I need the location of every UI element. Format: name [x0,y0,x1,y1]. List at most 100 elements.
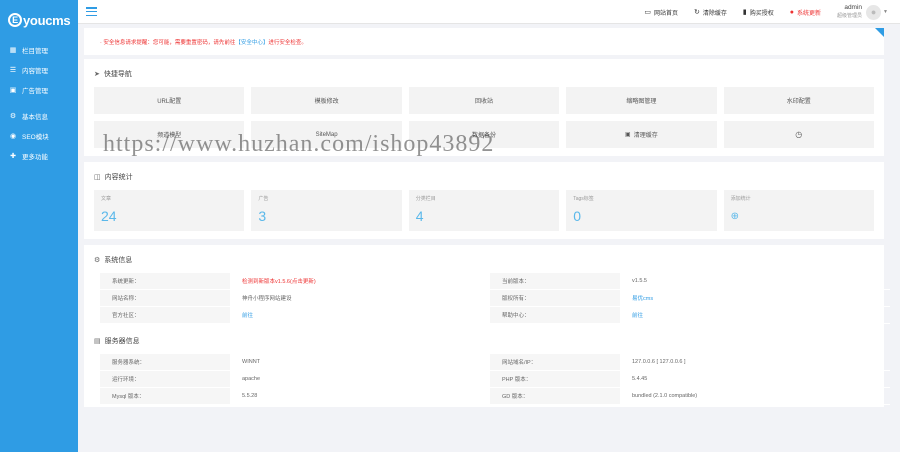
info-value: apache [230,371,490,388]
info-value: 5.5.28 [230,388,490,405]
notice-text: · 安全信息请求提醒：您可能，需要重置密码，请先前往 [100,39,236,46]
stat-label: 广告 [258,196,269,202]
system-info-table: 系统更新： 检测到新版本v1.5.6(点击更新) 当前版本： v1.5.5 网站… [100,273,890,324]
panel-title: 快捷导航 [103,71,132,78]
info-key: 系统更新： [100,273,230,290]
info-key: 官方社区： [100,307,230,324]
panel-title: 系统信息 [104,257,133,264]
content-stats-panel: ◫ 内容统计 文章 24 广告 3 分类栏目 4 Tags标签 0 添加统计 ⊕ [84,162,884,239]
quick-url-config[interactable]: URL配置 [94,87,245,114]
refresh-icon: ↻ [694,9,700,16]
info-key: 版权所有： [490,290,620,307]
info-key: 当前版本： [490,273,620,290]
info-key: PHP 版本： [490,371,620,388]
buy-license-label: 购买授权 [749,10,774,17]
quick-thumbnail[interactable]: 缩略图管理 [566,87,717,114]
stat-articles[interactable]: 文章 24 [94,190,245,231]
chart-icon: ◫ [94,174,101,181]
info-key: 帮助中心： [490,307,620,324]
clear-cache-link[interactable]: ↻ 清除缓存 [694,8,727,17]
info-value: v1.5.5 [620,273,890,290]
quick-watermark[interactable]: 水印配置 [723,87,874,114]
logo-mark: E [8,13,22,27]
sidebar-item-ads[interactable]: ▣ 广告管理 [0,80,78,100]
add-circle-icon: ⊕ [730,211,739,222]
send-icon: ➤ [94,71,100,78]
info-value: 5.4.45 [620,371,890,388]
server-info-table: 服务器系统： WINNT 网站域名/IP： 127.0.0.6 [ 127.0.… [100,354,890,405]
sidebar-item-basic[interactable]: ⚙ 基本信息 [0,106,78,126]
panel-title: 内容统计 [104,174,133,181]
admin-role: 超级管理员 [837,13,863,19]
quick-template-edit[interactable]: 模板修改 [251,87,402,114]
sidebar-item-column[interactable]: ▦ 栏目管理 [0,40,78,60]
notice-text-end: 进行安全检查。 [268,39,307,46]
image-icon: ▣ [9,87,17,94]
help-link[interactable]: 前往 [620,307,890,324]
sidebar-item-content[interactable]: ☰ 内容管理 [0,60,78,80]
security-center-link[interactable]: 【安全中心】 [235,38,268,46]
info-value: WINNT [230,354,490,371]
sidebar-item-label: 更多功能 [22,154,48,161]
list-icon: ☰ [9,67,17,74]
corner-fold-icon [875,28,884,37]
logo-text: youcms [23,12,71,28]
monitor-icon: ▭ [644,9,651,16]
quick-add[interactable]: ◷ [723,121,874,148]
stat-label: 文章 [101,196,112,202]
info-value: bundled (2.1.0 compatible) [620,388,890,405]
image-icon: ▣ [625,132,631,138]
menu-toggle-button[interactable] [86,7,97,16]
stat-label: 添加统计 [730,196,751,202]
system-info-panel: ⚙ 系统信息 系统更新： 检测到新版本v1.5.6(点击更新) 当前版本： v1.… [84,245,890,407]
copyright-link[interactable]: 易优cms [620,290,890,307]
sidebar: E youcms ▦ 栏目管理 ☰ 内容管理 ▣ 广告管理 ⚙ 基本信息 ◉ SEO模块 … [0,0,78,452]
gear-icon: ⚙ [9,113,17,120]
system-update-link[interactable]: ● 系统更新 [790,8,821,17]
topbar: ▭ 网站首页 ↻ 清除缓存 ▮ 购买授权 ● 系统更新 admin 超级管理员 ● ▼ [78,0,900,24]
info-key: 网站域名/IP： [490,354,620,371]
buy-license-link[interactable]: ▮ 购买授权 [743,8,774,17]
security-notice: · 安全信息请求提醒：您可能，需要重置密码，请先前往 【安全中心】 进行安全检查… [84,28,884,55]
info-key: GD 版本： [490,388,620,405]
avatar[interactable]: ● [866,4,882,20]
admin-menu[interactable]: admin 超级管理员 ● ▼ [837,4,888,20]
info-key: 运行环境： [100,371,230,388]
stat-label: 分类栏目 [415,196,436,202]
logo[interactable]: E youcms [0,0,78,40]
server-icon: ▤ [94,338,101,345]
info-value: 神舟小程序网站建设 [230,290,490,307]
clock-icon: ◷ [795,130,803,139]
site-home-link[interactable]: ▭ 网站首页 [644,8,678,17]
panel-title: 服务器信息 [104,338,140,345]
puzzle-icon: ✚ [10,153,16,160]
sidebar-item-more[interactable]: ✚ 更多功能 [0,146,78,166]
quick-label: 清理缓存 [633,133,658,139]
admin-name: admin [844,4,863,11]
update-link[interactable]: 检测到新版本v1.5.6(点击更新) [230,273,490,290]
info-value: 127.0.0.6 [ 127.0.0.6 ] [620,354,890,371]
sidebar-item-label: 栏目管理 [22,48,48,55]
info-key: 网站名称： [100,290,230,307]
clear-cache-label: 清除缓存 [702,10,727,17]
stat-add[interactable]: 添加统计 ⊕ [723,190,874,231]
sidebar-item-seo[interactable]: ◉ SEO模块 [0,126,78,146]
bookmark-icon: ▮ [742,9,747,16]
chevron-down-icon[interactable]: ▼ [883,9,888,15]
community-link[interactable]: 前往 [230,307,490,324]
grid-icon: ▦ [9,47,17,54]
stat-value: 3 [258,208,267,224]
stat-columns[interactable]: 分类栏目 4 [408,190,560,231]
quick-clear-cache[interactable]: ▣ 清理缓存 [566,121,717,148]
sidebar-item-label: 基本信息 [22,114,48,121]
sidebar-item-label: 广告管理 [22,88,48,95]
stat-tags[interactable]: Tags标签 0 [566,190,717,231]
sidebar-item-label: SEO模块 [22,134,49,141]
system-update-label: 系统更新 [797,10,822,17]
stat-ads[interactable]: 广告 3 [251,190,402,231]
stat-value: 24 [101,208,117,224]
watermark-text: https://www.huzhan.com/ishop43892 [103,131,495,157]
info-key: 服务器系统： [100,354,230,371]
sidebar-item-label: 内容管理 [22,68,48,75]
quick-recycle-bin[interactable]: 回收站 [408,87,560,114]
